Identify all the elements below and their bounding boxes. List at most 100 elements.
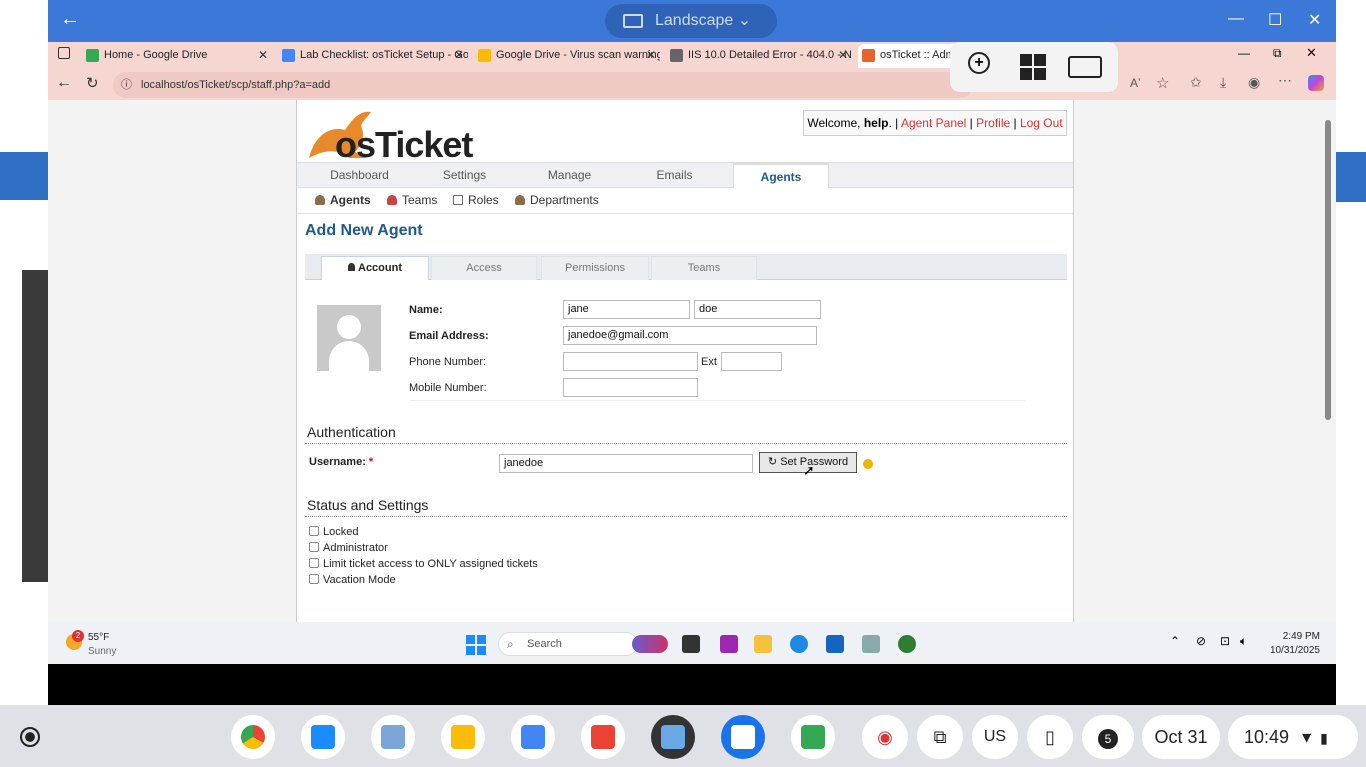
- checkbox-box[interactable]: [309, 526, 319, 536]
- clipboard-icon[interactable]: ⧉: [917, 715, 963, 759]
- read-aloud-icon[interactable]: Aʼ: [1130, 76, 1141, 90]
- back-arrow-icon[interactable]: ←: [60, 8, 80, 31]
- shelf-status-area[interactable]: 10:49 ▾ ▮: [1228, 715, 1358, 759]
- site-info-icon[interactable]: ⓘ: [121, 72, 132, 98]
- gallery-app[interactable]: [371, 715, 415, 759]
- status-settings-heading: Status and Settings: [307, 497, 429, 513]
- windows-start-button[interactable]: [466, 635, 486, 655]
- taskbar-search[interactable]: ⌕ Search: [498, 632, 638, 656]
- logout-link[interactable]: Log Out: [1020, 116, 1063, 130]
- tab-close-icon[interactable]: ✕: [838, 44, 848, 66]
- notification-count[interactable]: 5: [1082, 715, 1134, 759]
- taskbar-time[interactable]: 2:49 PM: [1280, 631, 1320, 642]
- browser-minimize-icon[interactable]: —: [1238, 46, 1250, 60]
- search-highlight-icon[interactable]: [632, 635, 668, 653]
- downloads-icon[interactable]: ⤓: [1220, 74, 1226, 91]
- shelf-date[interactable]: Oct 31: [1142, 715, 1220, 759]
- agent-panel-link[interactable]: Agent Panel: [901, 116, 966, 130]
- subnav-departments[interactable]: Departments: [515, 193, 599, 207]
- avatar[interactable]: [317, 305, 381, 371]
- tab-teams[interactable]: Teams: [651, 256, 757, 280]
- last-name-input[interactable]: doe: [694, 300, 821, 319]
- browser-restore-icon[interactable]: ⧉: [1273, 46, 1282, 61]
- files-app[interactable]: [721, 715, 765, 759]
- nav-settings[interactable]: Settings: [412, 163, 517, 188]
- input-language-button[interactable]: US: [972, 715, 1018, 759]
- windows-app[interactable]: [301, 715, 345, 759]
- profile-link[interactable]: Profile: [976, 116, 1010, 130]
- file-explorer-icon[interactable]: [754, 635, 772, 653]
- tab-close-icon[interactable]: ✕: [454, 44, 464, 66]
- tab-access[interactable]: Access: [431, 256, 537, 280]
- first-name-input[interactable]: jane: [563, 300, 690, 319]
- locked-checkbox[interactable]: Locked: [309, 526, 358, 538]
- favorite-star-icon[interactable]: ☆: [1156, 74, 1169, 92]
- screencast-app[interactable]: [651, 715, 695, 759]
- checkbox-box[interactable]: [309, 558, 319, 568]
- browser-close-icon[interactable]: ✕: [1306, 45, 1317, 61]
- nav-manage[interactable]: Manage: [517, 163, 622, 188]
- url-field[interactable]: ⓘ localhost/osTicket/scp/staff.php?a=add: [113, 72, 973, 98]
- username-input[interactable]: janedoe: [499, 454, 753, 473]
- tab-permissions[interactable]: Permissions: [541, 256, 649, 280]
- launcher-icon[interactable]: [20, 727, 40, 747]
- ext-input[interactable]: [721, 352, 782, 371]
- help-tip-icon[interactable]: [863, 459, 873, 469]
- copilot-taskbar-icon[interactable]: [720, 635, 738, 653]
- mobile-input[interactable]: [563, 378, 698, 397]
- limit-access-checkbox[interactable]: Limit ticket access to ONLY assigned tic…: [309, 558, 538, 570]
- heidisql-icon[interactable]: [898, 635, 916, 653]
- tray-app-icon[interactable]: ⊘: [1196, 634, 1206, 648]
- calculator-app[interactable]: [791, 715, 835, 759]
- close-icon[interactable]: ✕: [1308, 10, 1321, 30]
- subnav-roles[interactable]: Roles: [453, 193, 499, 207]
- email-input[interactable]: janedoe@gmail.com: [563, 326, 817, 345]
- checkbox-box[interactable]: [309, 574, 319, 584]
- tab-account[interactable]: Account: [321, 256, 429, 280]
- gmail-app[interactable]: [581, 715, 625, 759]
- reload-icon[interactable]: ↻: [86, 74, 99, 92]
- keyboard-icon[interactable]: [1068, 56, 1102, 78]
- chrome-app[interactable]: [231, 715, 275, 759]
- windows-start-icon[interactable]: [1020, 54, 1046, 80]
- tab-actions-icon[interactable]: [58, 47, 70, 59]
- orientation-toggle[interactable]: Landscape ⌄: [605, 4, 777, 38]
- subnav-agents[interactable]: Agents: [315, 193, 371, 207]
- phone-input[interactable]: [563, 352, 698, 371]
- browser-tab[interactable]: Home - Google Drive ✕: [82, 44, 272, 68]
- checkbox-box[interactable]: [309, 542, 319, 552]
- nav-agents[interactable]: Agents: [733, 163, 829, 188]
- favorites-icon[interactable]: ✩: [1190, 74, 1202, 91]
- browser-tab[interactable]: Lab Checklist: osTicket Setup - Go ✕: [278, 44, 468, 68]
- keep-app[interactable]: [441, 715, 485, 759]
- tab-close-icon[interactable]: ✕: [258, 44, 268, 66]
- administrator-checkbox[interactable]: Administrator: [309, 542, 388, 554]
- nav-back-icon[interactable]: ←: [56, 74, 72, 92]
- copilot-icon[interactable]: [1308, 75, 1324, 91]
- screen-record-button[interactable]: ◉: [862, 715, 908, 759]
- minimize-icon[interactable]: —: [1228, 10, 1244, 28]
- tray-chevron-icon[interactable]: ⌃: [1170, 634, 1180, 648]
- browser-tab[interactable]: Google Drive - Virus scan warning ✕: [474, 44, 660, 68]
- zoom-in-icon[interactable]: +: [968, 52, 990, 74]
- maximize-icon[interactable]: ☐: [1268, 10, 1282, 30]
- server-manager-icon[interactable]: [862, 635, 880, 653]
- osticket-logo[interactable]: osTicket: [305, 104, 475, 165]
- calendar-app[interactable]: [511, 715, 555, 759]
- nav-emails[interactable]: Emails: [622, 163, 727, 188]
- phone-hub-icon[interactable]: ▯: [1027, 715, 1073, 759]
- browser-tab[interactable]: IIS 10.0 Detailed Error - 404.0 - No ✕: [666, 44, 852, 68]
- page-scrollbar[interactable]: [1320, 100, 1336, 622]
- subnav-teams[interactable]: Teams: [387, 193, 437, 207]
- more-menu-icon[interactable]: ⋯: [1278, 72, 1292, 89]
- vacation-mode-checkbox[interactable]: Vacation Mode: [309, 574, 396, 586]
- tab-close-icon[interactable]: ✕: [646, 44, 656, 66]
- nav-dashboard[interactable]: Dashboard: [307, 163, 412, 188]
- profile-icon[interactable]: ◉: [1248, 74, 1260, 91]
- store-icon[interactable]: [826, 635, 844, 653]
- volume-icon[interactable]: 🔈︎: [1240, 634, 1247, 649]
- network-icon[interactable]: ⊡: [1220, 634, 1230, 648]
- edge-icon[interactable]: [790, 635, 808, 653]
- taskbar-date[interactable]: 10/31/2025: [1260, 645, 1320, 656]
- task-view-icon[interactable]: [682, 635, 700, 653]
